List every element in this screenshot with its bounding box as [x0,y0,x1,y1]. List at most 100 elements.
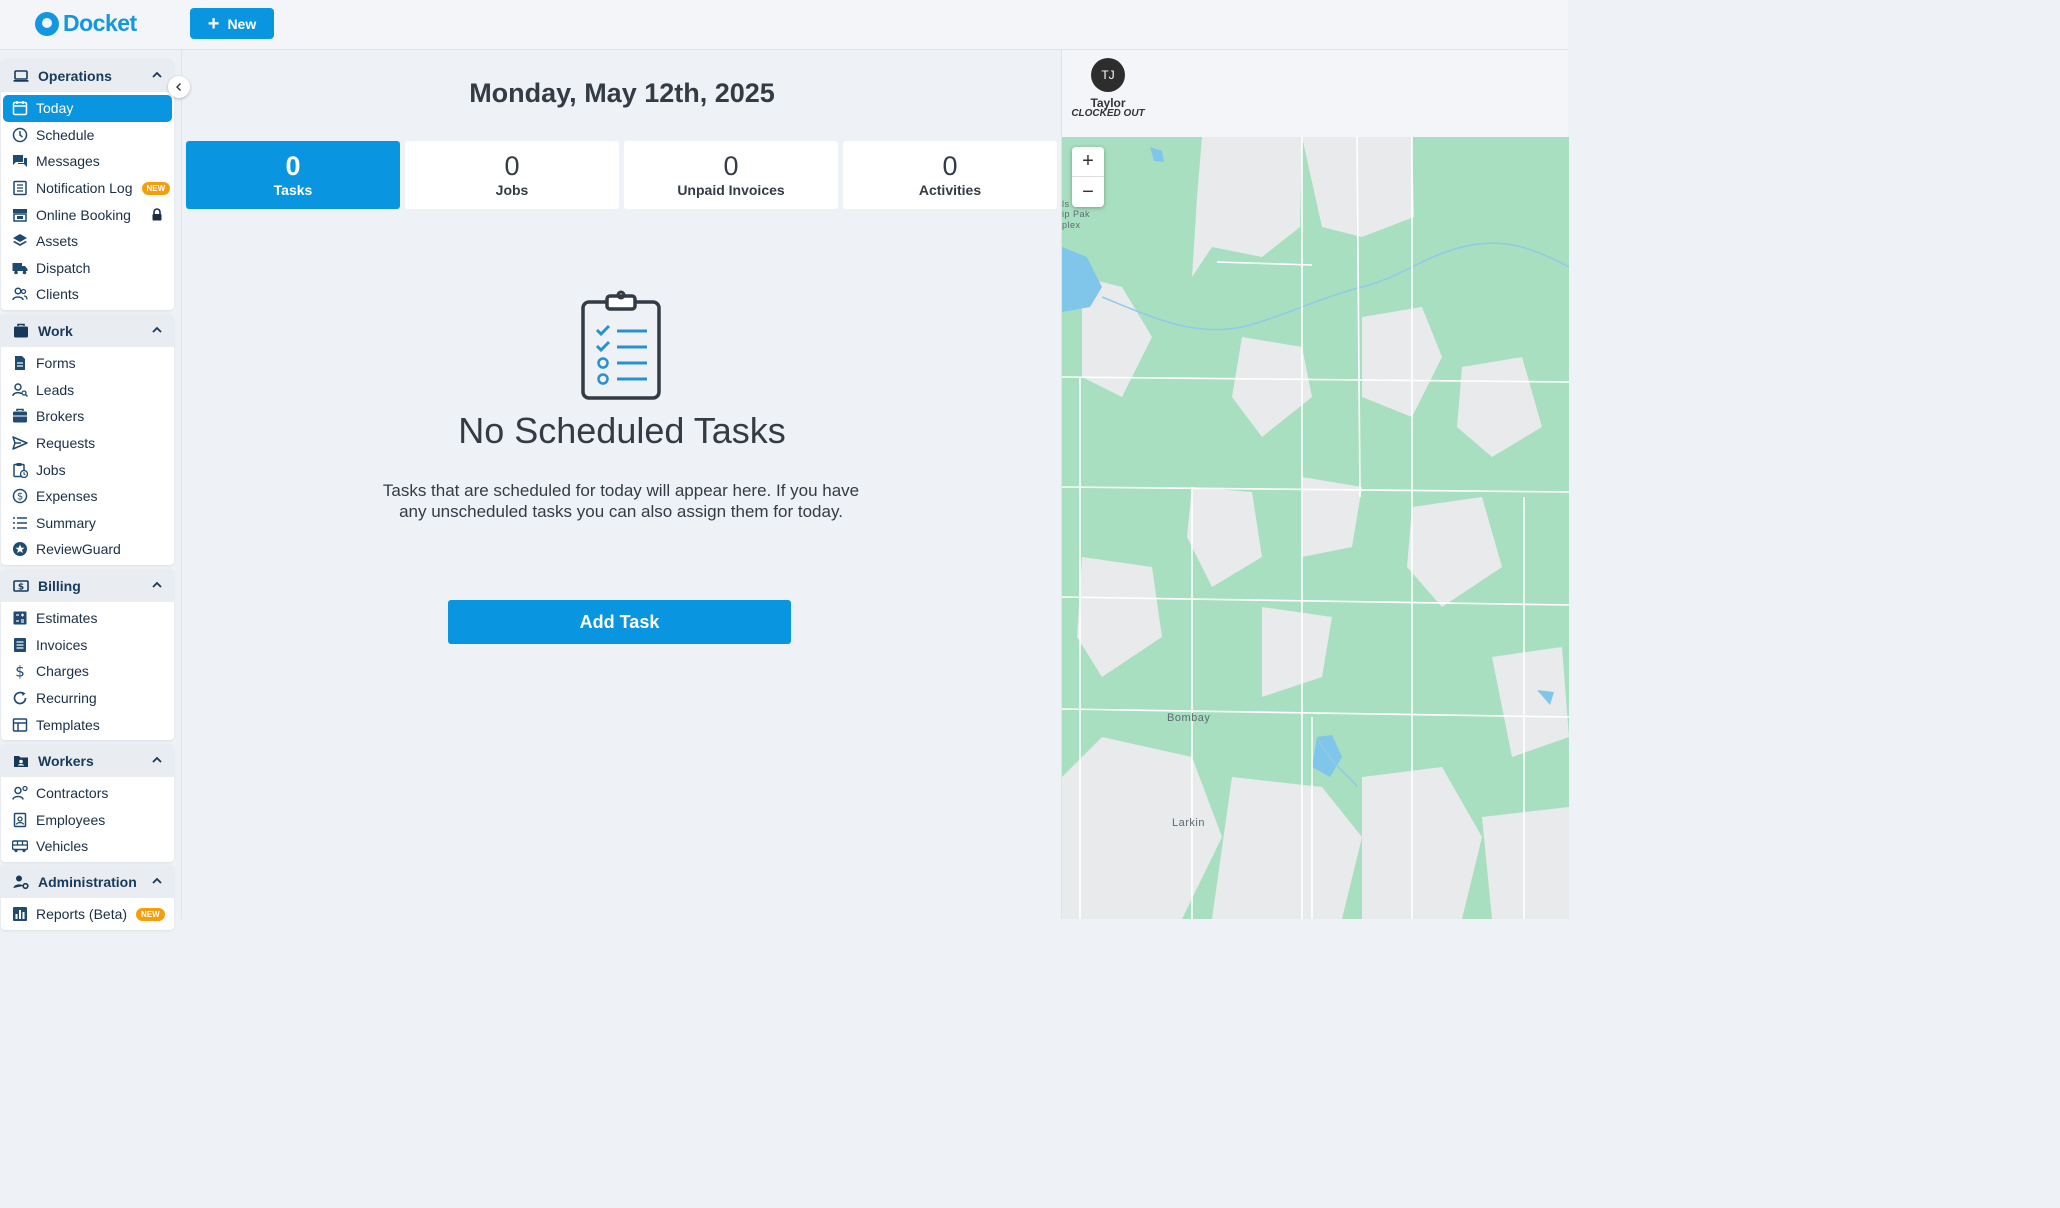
sidebar-item-label: Reports (Beta) [36,906,128,923]
group-header-operations[interactable]: Operations [1,59,174,92]
map[interactable]: + − ls ip Pak plex Bombay Larkin [1062,137,1569,919]
sidebar-item-dispatch[interactable]: Dispatch [1,255,174,282]
sidebar-item-contractors[interactable]: Contractors [1,780,174,807]
map-label: ls [1062,199,1070,209]
list-icon [13,180,27,196]
sidebar-item-estimates[interactable]: Estimates [1,605,174,632]
chevron-up-icon[interactable] [151,875,163,887]
chevron-up-icon[interactable] [151,579,163,591]
main-content: Monday, May 12th, 2025 0 Tasks 0 Jobs 0 … [183,50,1061,919]
lock-icon [152,208,162,221]
group-header-administration[interactable]: Administration [1,865,174,898]
sidebar-item-label: ReviewGuard [36,541,121,558]
add-task-button[interactable]: Add Task [448,600,791,644]
money-bill-icon: $ [13,579,29,592]
sidebar-item-schedule[interactable]: Schedule [1,122,174,149]
invoice-icon [14,637,26,652]
sidebar-item-brokers[interactable]: Brokers [1,403,174,430]
sidebar-item-vehicles[interactable]: Vehicles [1,833,174,860]
sidebar-item-templates[interactable]: Templates [1,711,174,738]
app-logo[interactable]: Docket [35,10,137,37]
plus-icon: + [207,12,220,35]
empty-state-title: No Scheduled Tasks [458,410,786,451]
sidebar-item-label: Invoices [36,636,88,653]
truck-icon [12,262,28,275]
calendar-icon [12,101,28,116]
sidebar-item-recurring[interactable]: Recurring [1,685,174,712]
sidebar-item-messages[interactable]: Messages [1,148,174,175]
sidebar-item-requests[interactable]: Requests [1,430,174,457]
stat-jobs[interactable]: 0 Jobs [405,141,619,209]
bus-icon [12,840,28,853]
sidebar-item-assets[interactable]: Assets [1,228,174,255]
sidebar-item-label: Recurring [36,690,97,707]
sidebar-item-label: Employees [36,811,106,828]
sidebar-group-workers: Workers Contractors Employees Vehicles [1,744,174,862]
chevron-up-icon[interactable] [151,754,163,766]
sidebar-item-label: Jobs [36,461,66,478]
group-header-work[interactable]: Work [1,314,174,347]
group-header-workers[interactable]: Workers [1,744,174,777]
id-folder-icon [14,755,28,767]
sidebar-item-notification-log[interactable]: Notification Log NEW [1,175,174,202]
stat-tasks[interactable]: 0 Tasks [186,141,400,209]
sidebar-item-today[interactable]: Today [3,95,172,122]
group-header-billing[interactable]: $ Billing [1,569,174,602]
sidebar-item-charges[interactable]: $ Charges [1,658,174,685]
layers-icon [13,234,27,247]
clipboard-checklist-icon [581,290,661,400]
stat-label: Activities [918,182,982,198]
document-icon [15,356,25,371]
new-button[interactable]: + New [190,8,274,39]
sidebar-item-reviewguard[interactable]: ReviewGuard [1,536,174,563]
chevron-up-icon[interactable] [151,324,163,336]
collapse-sidebar-button[interactable] [168,76,190,98]
svg-text:$: $ [17,492,23,503]
map-label: ip Pak [1062,209,1091,219]
avatar: TJ [1091,58,1125,92]
sidebar-group-billing: $ Billing Estimates Invoices $ Charges R… [1,569,174,740]
sidebar-item-label: Notification Log [36,180,133,197]
sidebar-group-administration: Administration Reports (Beta) NEW [1,865,174,930]
map-label: plex [1062,220,1081,230]
sidebar-item-label: Templates [36,716,100,733]
chevron-left-icon [176,83,181,91]
sidebar-item-leads[interactable]: Leads [1,377,174,404]
sidebar-item-online-booking[interactable]: Online Booking [1,201,174,228]
sidebar: Operations Today Schedule Messages Notif… [0,50,182,930]
stat-label: Tasks [273,182,313,198]
sidebar-item-clients[interactable]: Clients [1,281,174,308]
svg-text:$: $ [15,663,25,679]
users-icon [12,287,28,301]
stat-value: 0 [504,151,520,181]
map-tiles [1062,137,1569,919]
sidebar-item-label: Clients [36,286,79,303]
sidebar-item-forms[interactable]: Forms [1,350,174,377]
sidebar-item-summary[interactable]: Summary [1,510,174,537]
group-title: Billing [38,577,81,594]
sidebar-item-invoices[interactable]: Invoices [1,632,174,659]
zoom-out-button[interactable]: − [1072,177,1104,207]
group-title: Workers [38,752,94,769]
chevron-up-icon[interactable] [151,69,163,81]
group-title: Operations [38,67,112,84]
sidebar-item-label: Brokers [36,408,85,425]
worker-status: CLOCKED OUT [1071,108,1145,119]
sidebar-group-operations: Operations Today Schedule Messages Notif… [1,59,174,310]
sidebar-item-jobs[interactable]: Jobs [1,456,174,483]
stat-unpaid-invoices[interactable]: 0 Unpaid Invoices [624,141,838,209]
map-label-bombay: Bombay [1167,712,1211,724]
sidebar-item-label: Expenses [36,488,98,505]
zoom-in-button[interactable]: + [1072,147,1104,177]
worker-card[interactable]: TJ Taylor CLOCKED OUT [1068,58,1148,119]
clock-icon [12,127,28,143]
sidebar-item-reports[interactable]: Reports (Beta) NEW [1,901,174,928]
page-title: Monday, May 12th, 2025 [469,78,775,108]
calculator-icon [13,611,27,625]
sidebar-item-label: Vehicles [36,838,89,855]
new-button-label: New [227,15,257,32]
sidebar-item-expenses[interactable]: $ Expenses [1,483,174,510]
refresh-icon [13,691,27,705]
sidebar-item-employees[interactable]: Employees [1,807,174,834]
stat-activities[interactable]: 0 Activities [843,141,1057,209]
